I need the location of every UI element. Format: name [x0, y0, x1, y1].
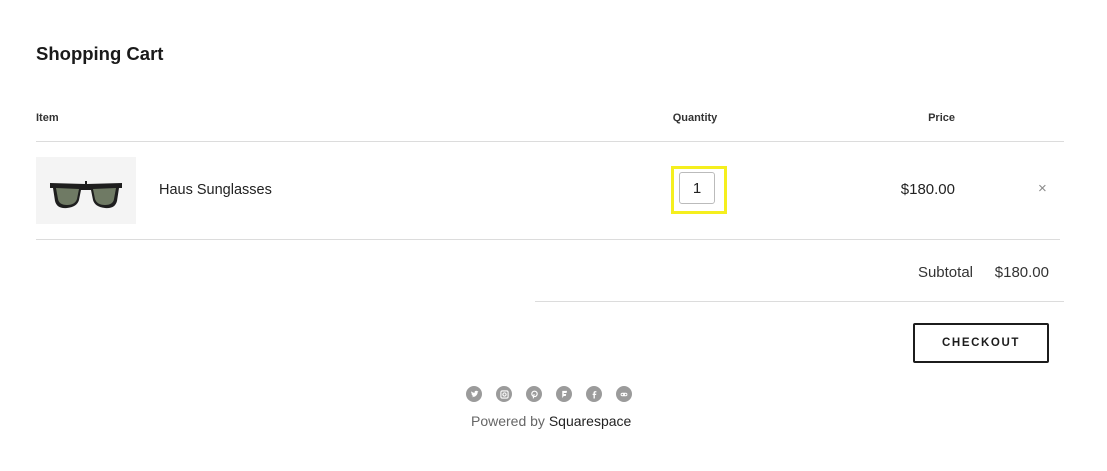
column-header-item: Item	[36, 112, 59, 124]
header-divider	[36, 141, 1064, 142]
powered-by: Powered by Squarespace	[471, 413, 631, 429]
squarespace-link[interactable]: Squarespace	[549, 413, 632, 429]
page-title: Shopping Cart	[36, 43, 164, 64]
quantity-input[interactable]	[679, 172, 715, 204]
subtotal-divider	[535, 301, 1064, 302]
foursquare-icon[interactable]	[556, 386, 572, 402]
facebook-icon[interactable]	[586, 386, 602, 402]
sunglasses-icon	[50, 181, 122, 209]
pinterest-icon[interactable]	[526, 386, 542, 402]
item-name[interactable]: Haus Sunglasses	[159, 182, 272, 198]
column-header-quantity: Quantity	[672, 112, 718, 124]
subtotal-label: Subtotal	[917, 264, 973, 281]
product-thumbnail[interactable]	[36, 157, 136, 224]
social-links	[466, 386, 632, 402]
instagram-icon[interactable]	[496, 386, 512, 402]
column-header-price: Price	[928, 112, 955, 124]
item-price: $180.00	[900, 181, 955, 198]
row-divider	[36, 239, 1060, 240]
checkout-button[interactable]: CHECKOUT	[913, 323, 1049, 363]
powered-by-label: Powered by	[471, 413, 545, 429]
remove-item-icon[interactable]: ×	[1038, 180, 1047, 197]
subtotal-value: $180.00	[994, 264, 1049, 281]
flickr-icon[interactable]	[616, 386, 632, 402]
twitter-icon[interactable]	[466, 386, 482, 402]
